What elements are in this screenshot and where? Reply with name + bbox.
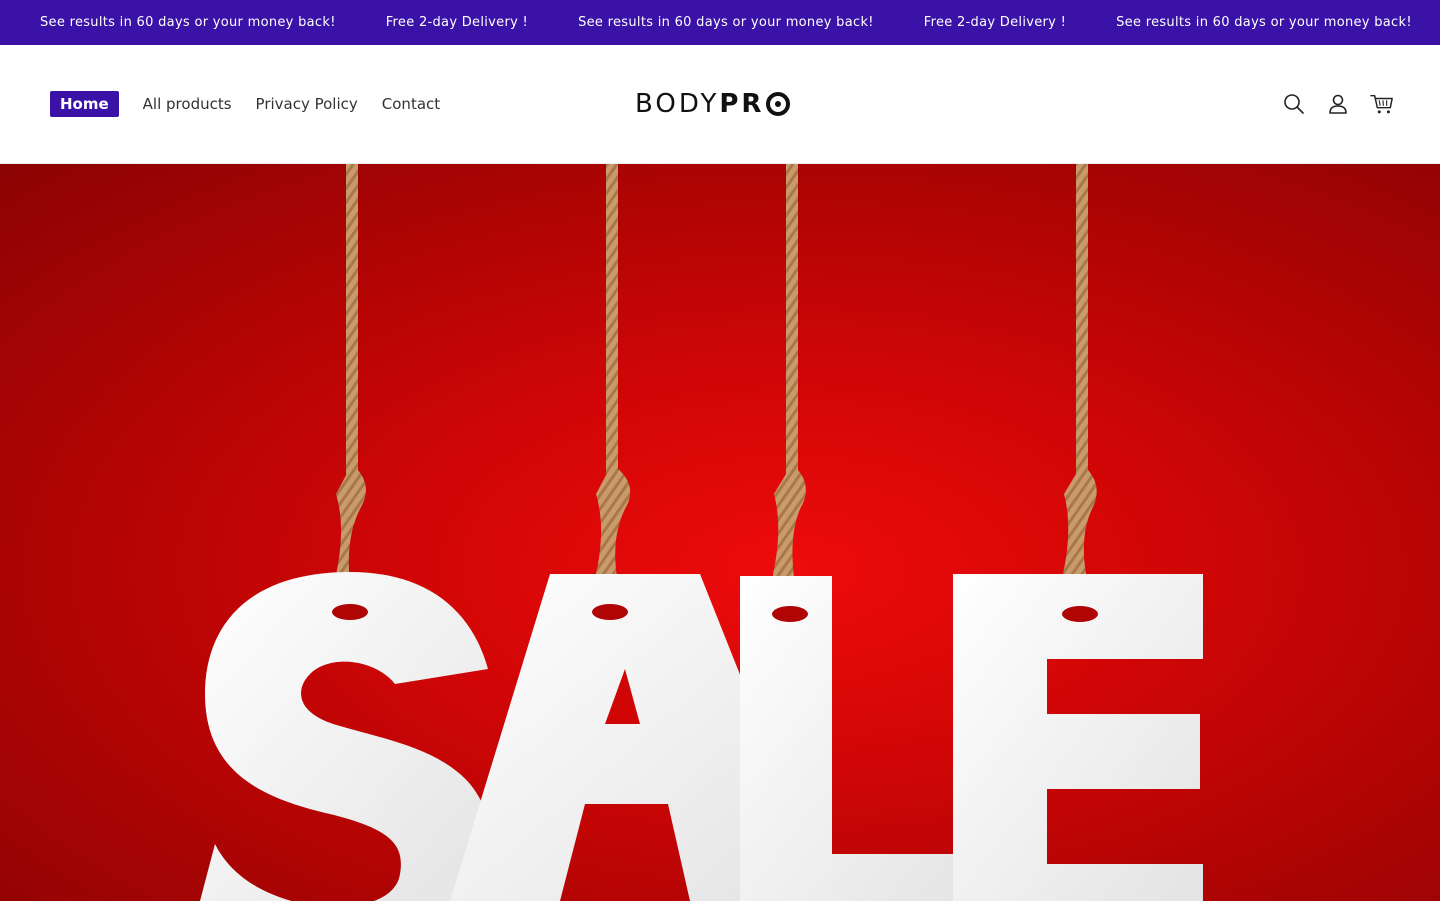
logo-text-light: BODY (635, 89, 719, 119)
announcement-item: See results in 60 days or your money bac… (1116, 15, 1412, 30)
rope-a (594, 164, 630, 620)
search-icon (1283, 93, 1305, 115)
site-header: Home All products Privacy Policy Contact… (0, 45, 1440, 164)
announcement-item: See results in 60 days or your money bac… (578, 15, 874, 30)
letter-l (740, 576, 990, 901)
announcement-item: Free 2-day Delivery ! (386, 15, 528, 30)
site-logo[interactable]: BODY PR (635, 45, 790, 163)
announcement-item: See results in 60 days or your money bac… (40, 15, 336, 30)
hero-banner (0, 164, 1440, 901)
rope-e (1062, 164, 1097, 620)
logo-wordmark: BODY PR (635, 89, 790, 119)
account-button[interactable] (1326, 92, 1350, 116)
cart-icon (1370, 92, 1394, 116)
logo-text-bold-letters: PR (719, 89, 764, 119)
logo-target-icon (766, 92, 790, 116)
cart-button[interactable] (1370, 92, 1394, 116)
announcement-bar: See results in 60 days or your money bac… (0, 0, 1440, 45)
rope-l (772, 164, 806, 620)
nav-item-all-products[interactable]: All products (143, 92, 232, 116)
letter-e (953, 574, 1203, 901)
nav-item-contact[interactable]: Contact (382, 92, 440, 116)
announcement-track: See results in 60 days or your money bac… (40, 0, 1412, 45)
logo-text-bold: PR (719, 89, 790, 119)
nav-item-home[interactable]: Home (50, 91, 119, 117)
rope-s (335, 164, 366, 621)
search-button[interactable] (1282, 92, 1306, 116)
announcement-item: Free 2-day Delivery ! (924, 15, 1066, 30)
nav-item-privacy-policy[interactable]: Privacy Policy (256, 92, 358, 116)
header-icons (1282, 45, 1394, 163)
main-nav: Home All products Privacy Policy Contact (50, 45, 440, 163)
letter-s (200, 572, 495, 901)
hero-sale-graphic (0, 164, 1440, 901)
account-icon (1327, 93, 1349, 115)
